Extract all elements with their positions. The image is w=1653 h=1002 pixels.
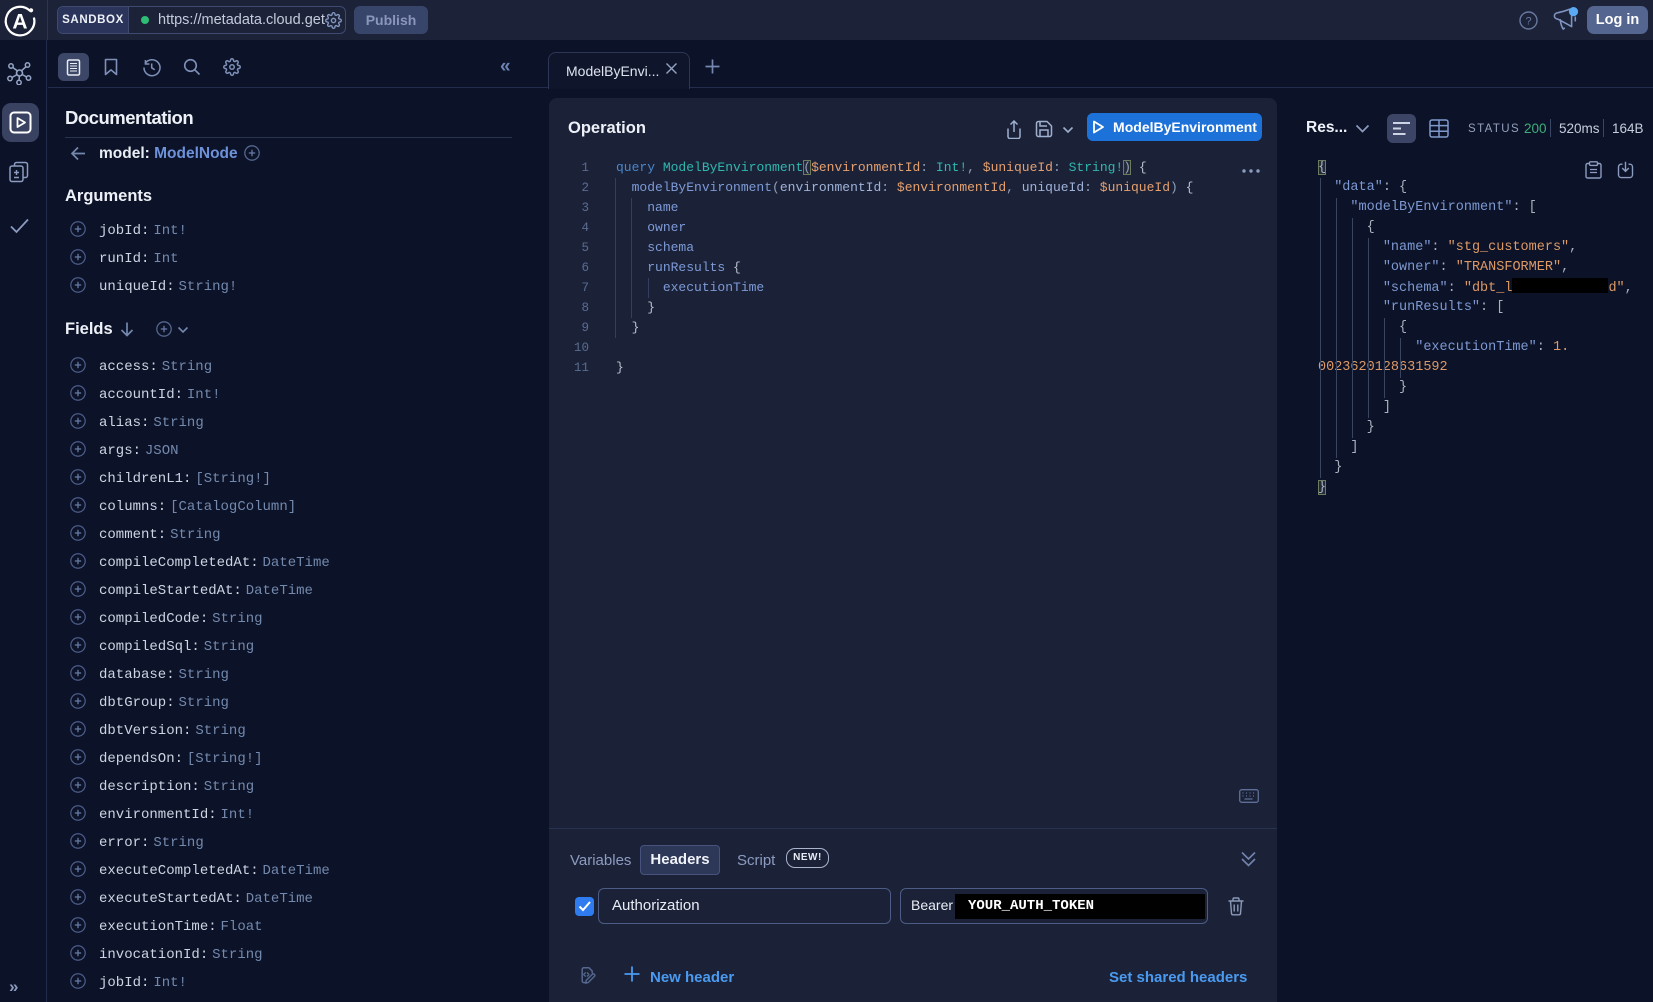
svg-text:?: ? (1525, 16, 1531, 28)
svg-text:A: A (12, 11, 27, 34)
